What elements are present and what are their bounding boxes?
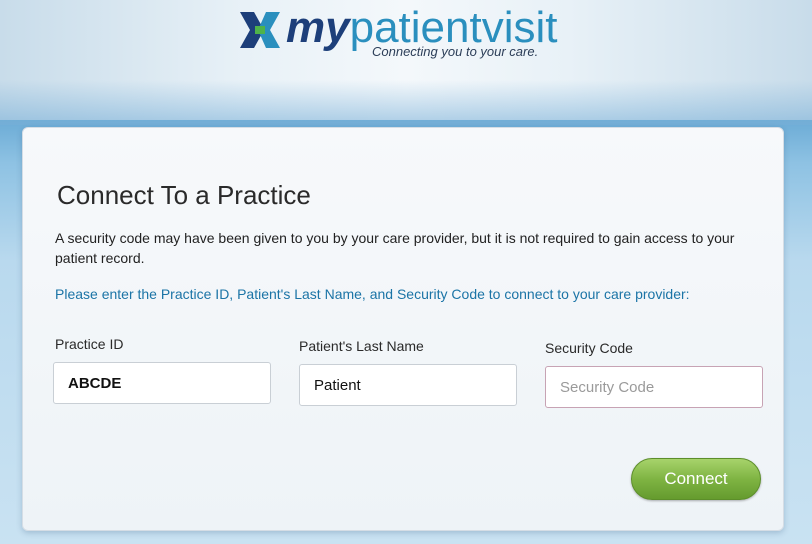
connect-panel: Connect To a Practice A security code ma… [22,127,784,531]
practice-id-label: Practice ID [55,336,124,352]
logo-my: my [286,3,350,52]
connect-button[interactable]: Connect [631,458,761,500]
page-title: Connect To a Practice [57,180,311,210]
security-code-field[interactable] [545,366,763,408]
practice-id-field[interactable] [53,362,271,404]
logo-x-icon [240,12,280,48]
logo-tagline: Connecting you to your care. [372,44,539,59]
security-code-label: Security Code [545,340,633,356]
logo: mypatientvisit Connecting you to your ca… [238,3,598,64]
instructions-text: Please enter the Practice ID, Patient's … [55,286,690,302]
header-fade [0,80,812,125]
description-text: A security code may have been given to y… [55,230,735,266]
last-name-field[interactable] [299,364,517,406]
last-name-label: Patient's Last Name [299,338,424,354]
